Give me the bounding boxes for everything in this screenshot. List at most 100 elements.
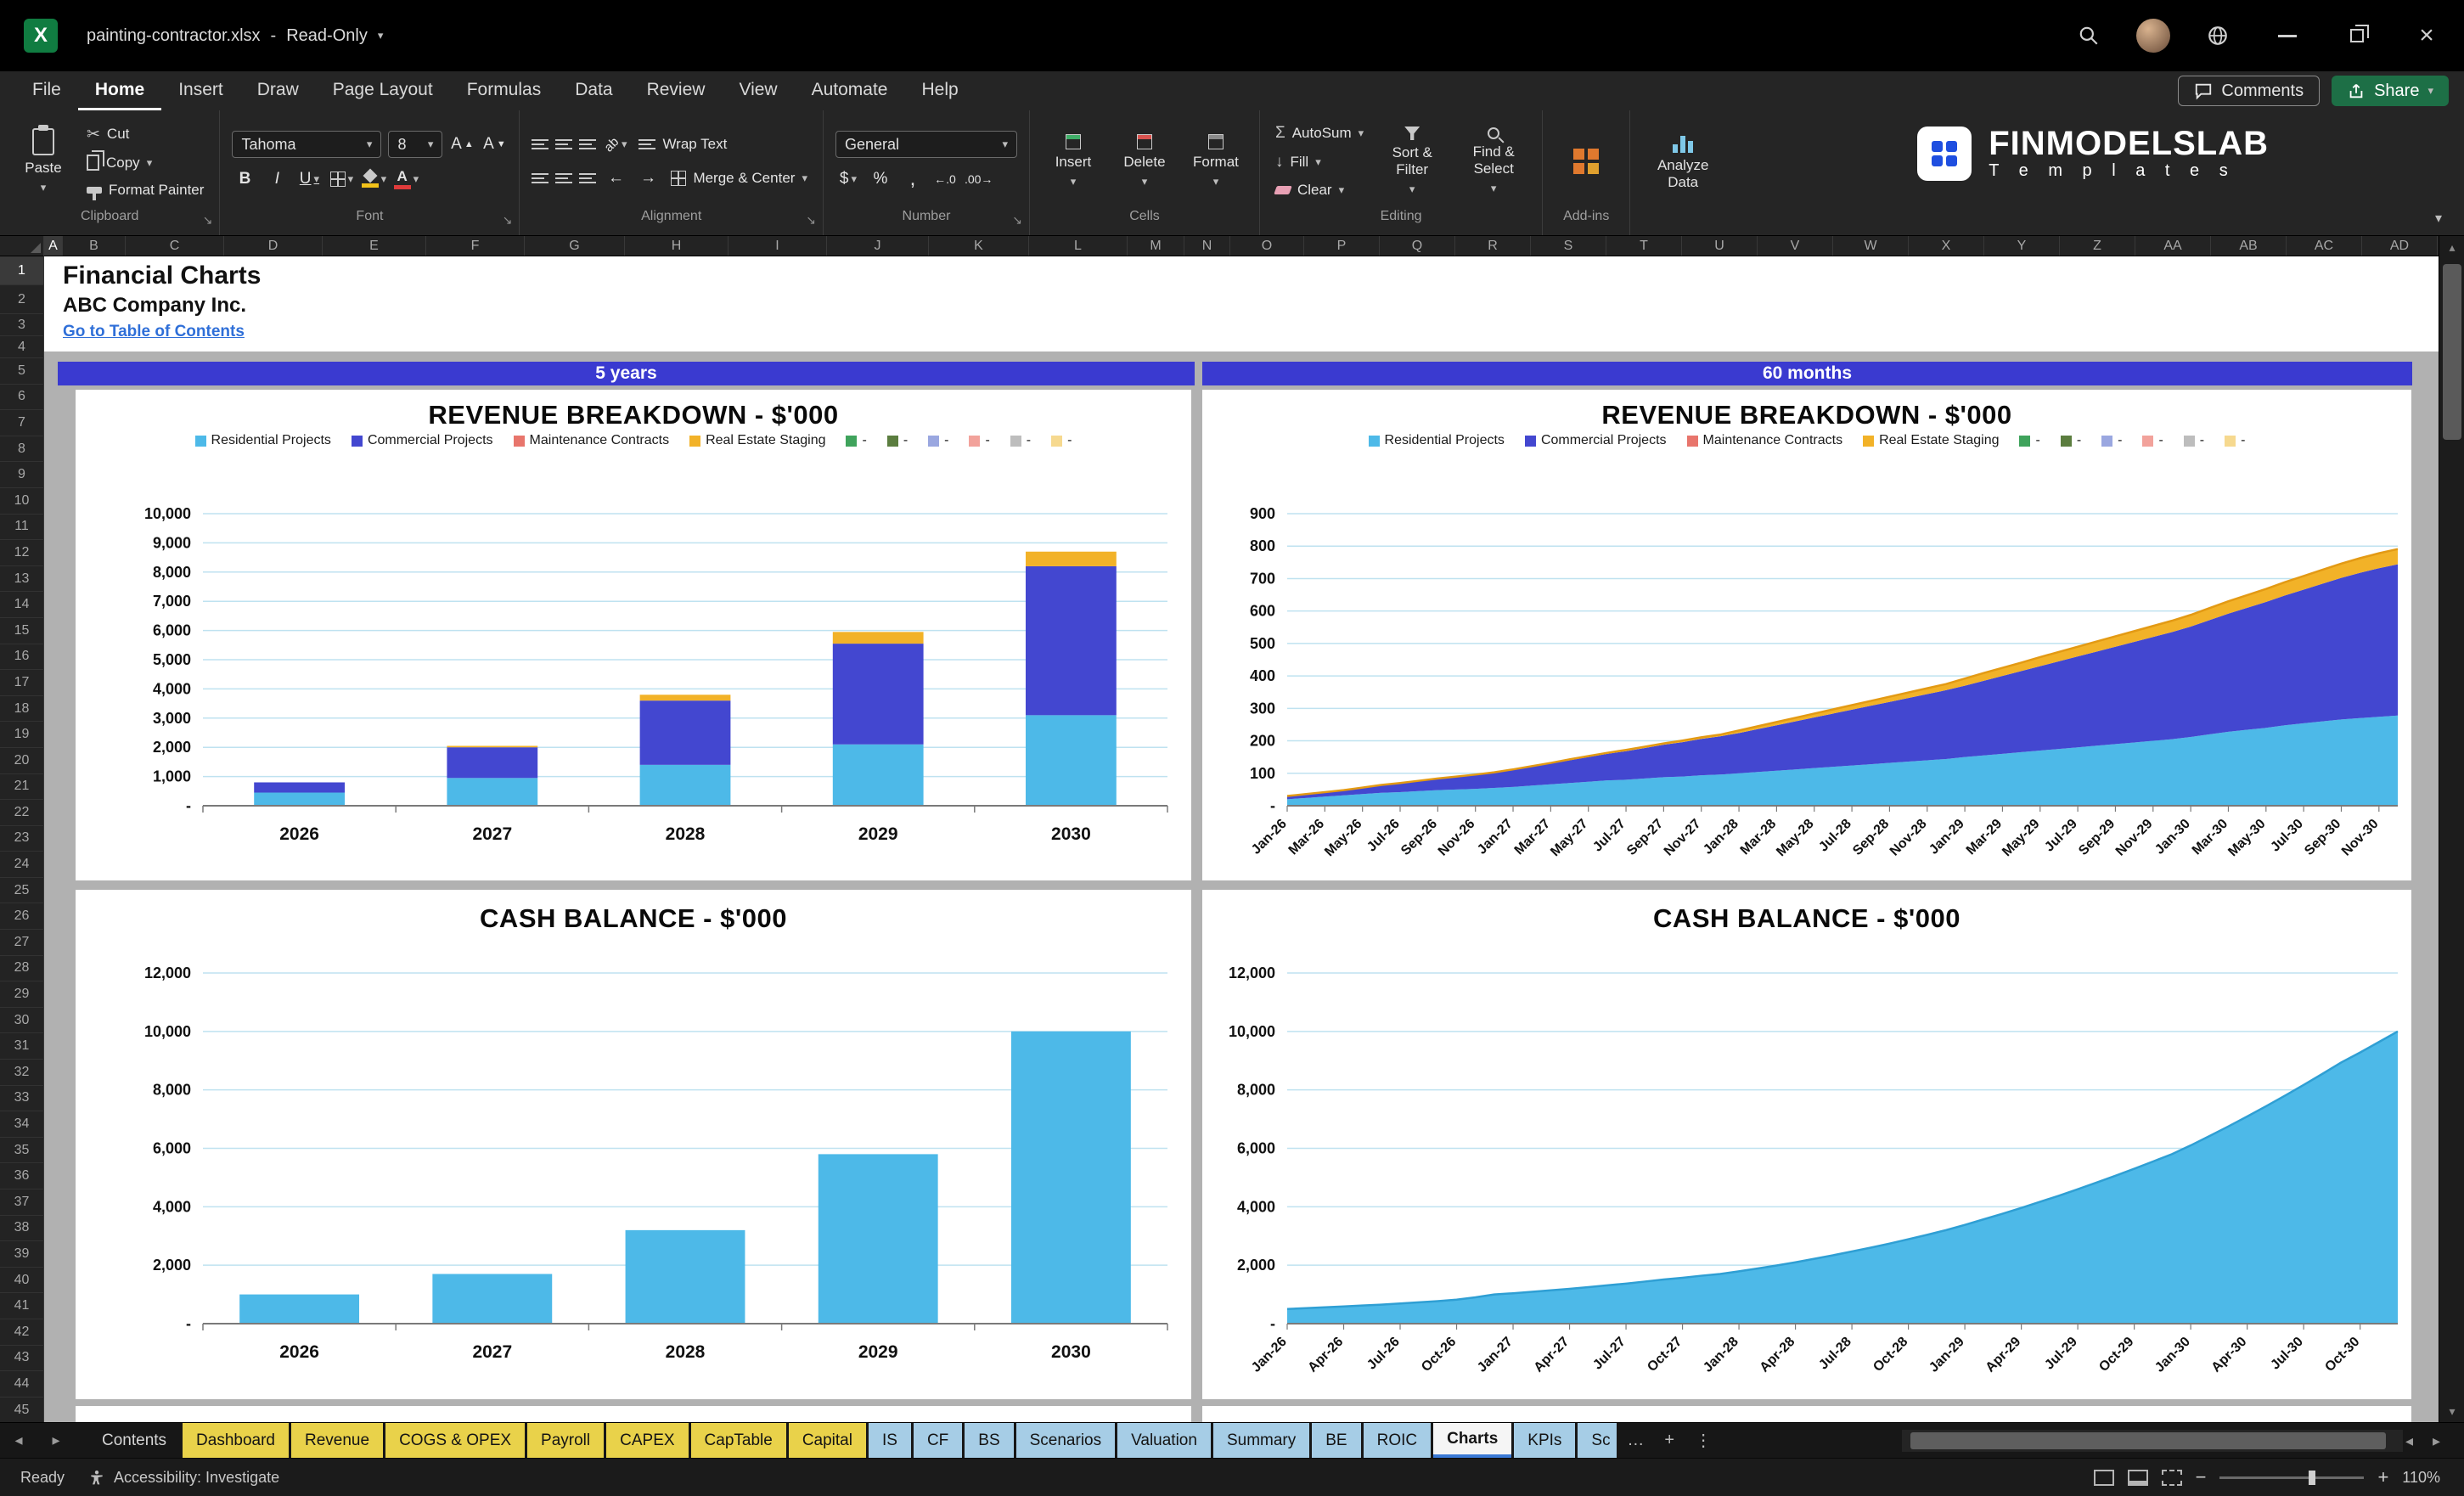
zoom-slider[interactable] bbox=[2219, 1470, 2365, 1485]
row-header-39[interactable]: 39 bbox=[0, 1241, 44, 1268]
new-sheet-button[interactable]: + bbox=[1654, 1423, 1685, 1458]
row-header-21[interactable]: 21 bbox=[0, 773, 44, 801]
merge-center-button[interactable]: Merge & Center ▾ bbox=[667, 168, 811, 188]
sheet-tab-bs[interactable]: BS bbox=[965, 1423, 1014, 1458]
horizontal-scrollbar-thumb[interactable] bbox=[1910, 1432, 2386, 1449]
sheet-tab-captable[interactable]: CapTable bbox=[690, 1423, 786, 1458]
scroll-down-icon[interactable]: ▾ bbox=[2439, 1400, 2464, 1422]
row-header-12[interactable]: 12 bbox=[0, 540, 44, 566]
sheet-tab-valuation[interactable]: Valuation bbox=[1117, 1423, 1211, 1458]
row-header-3[interactable]: 3 bbox=[0, 314, 44, 336]
row-header-6[interactable]: 6 bbox=[0, 384, 44, 411]
addins-button[interactable] bbox=[1555, 145, 1617, 177]
row-header-29[interactable]: 29 bbox=[0, 981, 44, 1008]
sheet-tab-is[interactable]: IS bbox=[868, 1423, 911, 1458]
row-header-24[interactable]: 24 bbox=[0, 852, 44, 878]
zoom-in-button[interactable]: + bbox=[2377, 1466, 2388, 1488]
dialog-launcher-icon[interactable]: ↘ bbox=[1012, 209, 1022, 231]
tabs-scroll-left-icon[interactable]: ◂ bbox=[0, 1423, 37, 1458]
select-all-corner[interactable] bbox=[0, 236, 44, 256]
sheet-tab-sc[interactable]: Sc bbox=[1578, 1423, 1617, 1458]
font-name-select[interactable]: Tahoma ▾ bbox=[232, 131, 382, 158]
search-button[interactable] bbox=[2067, 14, 2111, 58]
menu-tab-help[interactable]: Help bbox=[904, 71, 975, 110]
menu-tab-home[interactable]: Home bbox=[77, 71, 162, 110]
bold-button[interactable]: B bbox=[232, 166, 257, 192]
chart-panel-cash-5y[interactable]: CASH BALANCE - $'000 - 2,000 4,000 6,000 8,0… bbox=[76, 890, 1191, 1399]
decrease-indent-button[interactable]: ← bbox=[603, 166, 628, 191]
chart-panel-cash-60m[interactable]: CASH BALANCE - $'000 - 2,000 4,000 6,000 8,0… bbox=[1202, 890, 2411, 1399]
row-header-19[interactable]: 19 bbox=[0, 722, 44, 748]
find-select-button[interactable]: Find & Select ▾ bbox=[1457, 124, 1530, 199]
chart-panel-revenue-5y[interactable]: REVENUE BREAKDOWN - $'000 Residential Pr… bbox=[76, 390, 1191, 880]
increase-decimal-button[interactable]: ←.0 bbox=[932, 166, 958, 192]
row-header-26[interactable]: 26 bbox=[0, 903, 44, 931]
menu-tab-automate[interactable]: Automate bbox=[795, 71, 905, 110]
sheet-tab-revenue[interactable]: Revenue bbox=[291, 1423, 384, 1458]
comma-format-button[interactable]: , bbox=[900, 166, 925, 192]
paste-button[interactable]: Paste ▾ bbox=[12, 125, 75, 198]
page-break-view-button[interactable] bbox=[2161, 1469, 2182, 1486]
menu-tab-data[interactable]: Data bbox=[558, 71, 629, 110]
column-header-F[interactable]: F bbox=[426, 236, 525, 256]
number-format-select[interactable]: General ▾ bbox=[835, 131, 1017, 158]
autosum-button[interactable]: Σ AutoSum ▾ bbox=[1272, 122, 1367, 144]
row-header-5[interactable]: 5 bbox=[0, 358, 44, 385]
sheet-tab-roic[interactable]: ROIC bbox=[1363, 1423, 1432, 1458]
row-header-32[interactable]: 32 bbox=[0, 1060, 44, 1086]
row-header-11[interactable]: 11 bbox=[0, 514, 44, 541]
column-header-S[interactable]: S bbox=[1531, 236, 1606, 256]
borders-button[interactable]: ▾ bbox=[329, 166, 354, 192]
row-header-18[interactable]: 18 bbox=[0, 695, 44, 723]
toc-link[interactable]: Go to Table of Contents bbox=[63, 323, 245, 341]
column-header-Y[interactable]: Y bbox=[1984, 236, 2060, 256]
sheet-tab-dashboard[interactable]: Dashboard bbox=[183, 1423, 289, 1458]
column-header-I[interactable]: I bbox=[729, 236, 827, 256]
sheet-tab-payroll[interactable]: Payroll bbox=[527, 1423, 605, 1458]
row-header-22[interactable]: 22 bbox=[0, 800, 44, 826]
row-header-2[interactable]: 2 bbox=[0, 285, 44, 314]
row-header-10[interactable]: 10 bbox=[0, 487, 44, 515]
fill-color-button[interactable]: ▾ bbox=[361, 166, 386, 192]
column-header-AD[interactable]: AD bbox=[2362, 236, 2438, 256]
zoom-out-button[interactable]: − bbox=[2196, 1466, 2207, 1488]
decrease-font-button[interactable]: A ▼ bbox=[481, 132, 507, 157]
comments-button[interactable]: Comments bbox=[2178, 76, 2321, 106]
copy-button[interactable]: Copy ▾ bbox=[83, 150, 207, 173]
clear-button[interactable]: Clear ▾ bbox=[1272, 180, 1367, 200]
all-sheets-button[interactable]: ⋮ bbox=[1685, 1423, 1722, 1458]
row-header-16[interactable]: 16 bbox=[0, 644, 44, 671]
hscroll-right-icon[interactable]: ▸ bbox=[2433, 1423, 2440, 1459]
sheet-tab-capital[interactable]: Capital bbox=[788, 1423, 866, 1458]
insert-cells-button[interactable]: Insert ▾ bbox=[1042, 131, 1105, 192]
menu-tab-view[interactable]: View bbox=[722, 71, 794, 110]
delete-cells-button[interactable]: Delete ▾ bbox=[1113, 131, 1176, 192]
row-header-15[interactable]: 15 bbox=[0, 617, 44, 644]
worksheet[interactable]: Financial Charts ABC Company Inc. Go to … bbox=[44, 256, 2439, 1422]
row-header-45[interactable]: 45 bbox=[0, 1397, 44, 1422]
row-header-38[interactable]: 38 bbox=[0, 1215, 44, 1242]
sheet-tab-summary[interactable]: Summary bbox=[1212, 1423, 1310, 1458]
increase-font-button[interactable]: A ▲ bbox=[449, 132, 475, 157]
align-top-icon[interactable] bbox=[532, 139, 549, 149]
row-header-25[interactable]: 25 bbox=[0, 877, 44, 904]
zoom-level[interactable]: 110% bbox=[2402, 1469, 2440, 1487]
row-header-7[interactable]: 7 bbox=[0, 410, 44, 436]
orientation-button[interactable]: ab ▾ bbox=[602, 132, 628, 157]
underline-button[interactable]: U ▾ bbox=[296, 166, 322, 192]
column-header-V[interactable]: V bbox=[1758, 236, 1833, 256]
align-right-icon[interactable] bbox=[579, 173, 597, 183]
menu-tab-page-layout[interactable]: Page Layout bbox=[316, 71, 450, 110]
row-header-42[interactable]: 42 bbox=[0, 1319, 44, 1346]
cut-button[interactable]: ✂ Cut bbox=[83, 123, 207, 146]
vertical-scrollbar[interactable]: ▴ ▾ bbox=[2439, 236, 2464, 1422]
dialog-launcher-icon[interactable]: ↘ bbox=[806, 209, 816, 231]
row-header-4[interactable]: 4 bbox=[0, 336, 44, 358]
percent-format-button[interactable]: % bbox=[868, 166, 893, 192]
row-header-37[interactable]: 37 bbox=[0, 1189, 44, 1216]
row-header-34[interactable]: 34 bbox=[0, 1111, 44, 1138]
menu-tab-draw[interactable]: Draw bbox=[240, 71, 316, 110]
currency-format-button[interactable]: $ ▾ bbox=[835, 166, 861, 192]
hscroll-left-icon[interactable]: ◂ bbox=[2405, 1423, 2413, 1459]
analyze-data-button[interactable]: Analyze Data bbox=[1642, 129, 1724, 194]
